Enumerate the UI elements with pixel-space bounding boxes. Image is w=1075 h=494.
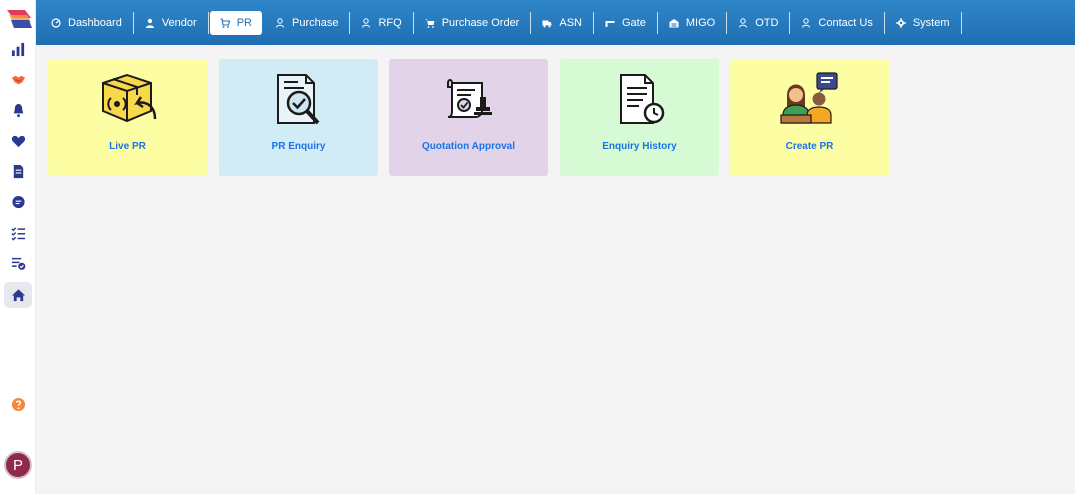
nav-dashboard[interactable]: Dashboard: [41, 11, 132, 35]
nav-label: PR: [236, 17, 252, 29]
avatar[interactable]: P: [4, 451, 32, 479]
bar-chart-icon[interactable]: [4, 36, 32, 62]
nav-system[interactable]: System: [886, 11, 960, 35]
nav-label: Dashboard: [68, 17, 122, 29]
help-icon[interactable]: [4, 391, 32, 417]
nav-purchase-order[interactable]: Purchase Order: [415, 11, 530, 35]
nav-divider: [656, 12, 658, 34]
nav-asn[interactable]: ASN: [532, 11, 592, 35]
nav-divider: [960, 12, 962, 34]
nav-migo[interactable]: MIGO: [659, 11, 725, 35]
card-label: Enquiry History: [602, 141, 677, 152]
nav-label: ASN: [559, 17, 582, 29]
nav-vendor[interactable]: Vendor: [135, 11, 207, 35]
avatar-initial: P: [12, 456, 23, 474]
nav-divider: [132, 12, 134, 34]
gear-icon: [896, 18, 906, 28]
nav-label: OTD: [755, 17, 779, 29]
user-icon: [362, 18, 371, 28]
cart-icon: [220, 18, 230, 28]
gate-icon: [605, 21, 615, 27]
card-quotation-approval[interactable]: Quotation Approval: [389, 59, 548, 176]
nav-label: RFQ: [378, 17, 402, 29]
nav-otd[interactable]: OTD: [728, 11, 788, 35]
heart-icon[interactable]: [4, 128, 32, 154]
checklist-icon[interactable]: [4, 220, 32, 246]
nav-label: Purchase: [291, 17, 339, 29]
nav-divider: [726, 12, 728, 34]
home-icon[interactable]: [4, 282, 32, 308]
user-icon: [275, 18, 284, 28]
nav-divider: [207, 12, 209, 34]
nav-label: Contact Us: [818, 17, 873, 29]
nav-label: MIGO: [685, 17, 716, 29]
nav-label: Gate: [621, 17, 646, 29]
enquiry-history-icon: [620, 74, 665, 124]
handshake-icon[interactable]: [4, 66, 32, 92]
card-label: Create PR: [785, 141, 834, 152]
cart-icon: [425, 19, 435, 28]
nav-pr[interactable]: PR: [209, 11, 262, 35]
nav-divider: [349, 12, 351, 34]
card-label: PR Enquiry: [271, 141, 326, 152]
card-pr-enquiry[interactable]: PR Enquiry: [219, 59, 378, 176]
approval-list-icon[interactable]: [4, 250, 32, 276]
chat-icon[interactable]: [4, 189, 32, 215]
nav-divider: [530, 12, 532, 34]
truck-icon: [542, 20, 552, 28]
warehouse-icon: [669, 19, 679, 28]
user-icon: [739, 18, 748, 28]
nav-divider: [883, 12, 885, 34]
card-enquiry-history[interactable]: Enquiry History: [560, 59, 719, 176]
main-nav: Dashboard Vendor PR Purchase RFQ Purchas…: [41, 11, 963, 35]
nav-label: System: [912, 17, 950, 29]
nav-divider: [789, 12, 791, 34]
card-create-pr[interactable]: Create PR: [730, 59, 889, 176]
app-logo[interactable]: [5, 8, 33, 30]
bell-icon[interactable]: [4, 97, 32, 123]
nav-gate[interactable]: Gate: [595, 11, 656, 35]
nav-divider: [412, 12, 414, 34]
create-pr-icon: [780, 72, 838, 124]
top-nav-bar: Dashboard Vendor PR Purchase RFQ Purchas…: [36, 0, 1075, 45]
nav-divider: [592, 12, 594, 34]
pr-enquiry-icon: [277, 74, 320, 125]
nav-label: Purchase Order: [441, 17, 520, 29]
nav-rfq[interactable]: RFQ: [351, 11, 411, 35]
nav-contact-us[interactable]: Contact Us: [791, 11, 882, 35]
live-pr-icon: [102, 73, 157, 123]
card-label: Live PR: [109, 141, 146, 152]
quotation-approval-icon: [447, 79, 492, 118]
gauge-icon: [51, 18, 61, 28]
nav-label: Vendor: [161, 17, 197, 29]
document-icon[interactable]: [4, 158, 32, 184]
app: P Dashboard Vendor PR Purchase RFQ Purch…: [0, 0, 1075, 494]
sidebar: P: [0, 0, 36, 494]
user-icon: [802, 18, 811, 28]
user-icon: [145, 18, 154, 28]
nav-purchase[interactable]: Purchase: [265, 11, 348, 35]
card-label: Quotation Approval: [422, 141, 515, 152]
card-live-pr[interactable]: Live PR: [48, 59, 207, 176]
